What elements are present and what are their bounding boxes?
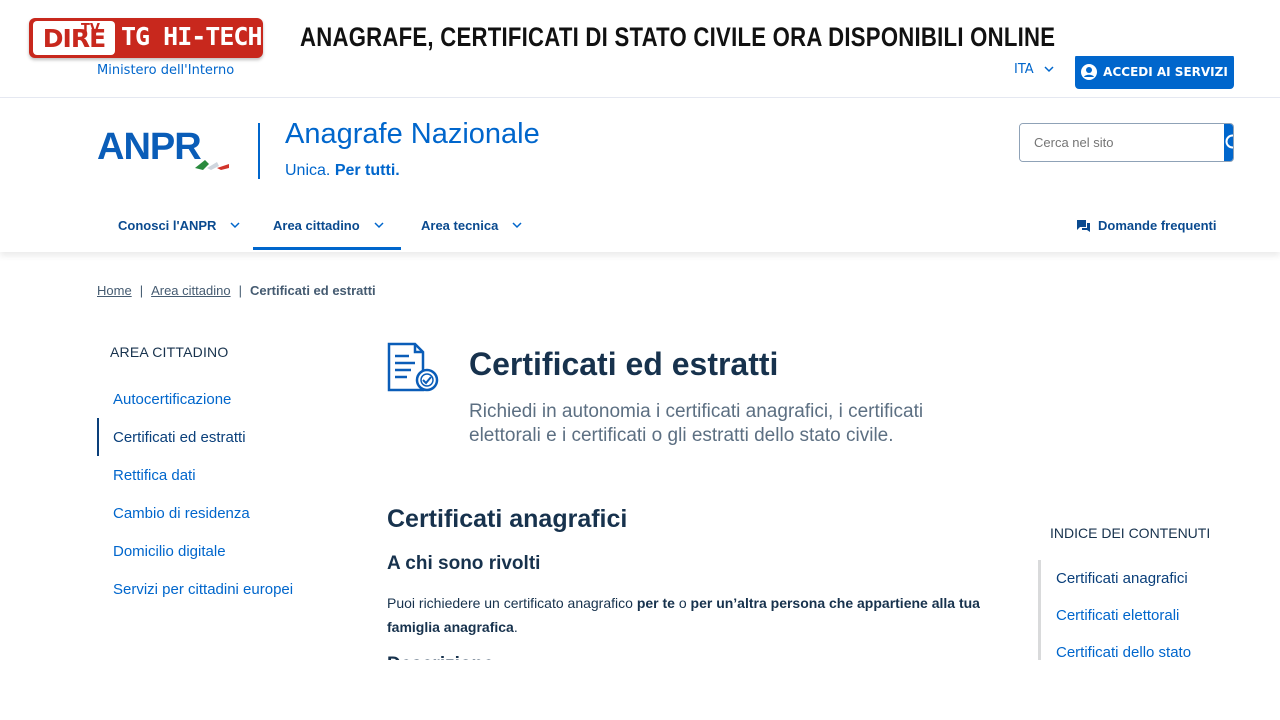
nav-label: Area cittadino: [273, 218, 360, 233]
breadcrumb-current: Certificati ed estratti: [249, 283, 376, 298]
chevron-down-icon: [374, 222, 384, 229]
dire-tg-logo: DIRE TV TG HI-TECH: [29, 18, 263, 58]
login-label: ACCEDI AI SERVIZI: [1103, 64, 1228, 79]
nav-active-indicator: [253, 247, 401, 250]
logo-text: ANPR: [97, 126, 202, 168]
show-title: TG HI-TECH: [121, 22, 263, 51]
faq-label: Domande frequenti: [1098, 218, 1217, 233]
news-headline: ANAGRAFE, CERTIFICATI DI STATO CIVILE OR…: [300, 22, 1056, 52]
para-text: Puoi richiedere un certificato anagrafic…: [387, 595, 637, 611]
page-lead: Richiedi in autonomia i certificati anag…: [469, 401, 924, 446]
sidebar-item-cittadini-europei[interactable]: Servizi per cittadini europei: [97, 570, 337, 608]
slim-header: Ministero dell'Interno ITA ACCEDI AI SER…: [0, 54, 1280, 98]
search-input[interactable]: [1020, 124, 1224, 161]
header-divider: [258, 123, 260, 179]
section-title: Certificati anagrafici: [387, 505, 628, 533]
sidebar-item-rettifica[interactable]: Rettifica dati: [97, 456, 337, 494]
ministry-link[interactable]: Ministero dell'Interno: [97, 63, 234, 78]
chat-icon: [1077, 219, 1090, 232]
next-heading: Descrizione: [387, 652, 494, 660]
toc-item-elettorali[interactable]: Certificati elettorali: [1041, 597, 1248, 634]
nav-item-conosci[interactable]: Conosci l'ANPR: [118, 218, 240, 233]
breadcrumb: Home | Area cittadino | Certificati ed e…: [97, 283, 376, 298]
nav-label: Area tecnica: [421, 218, 499, 233]
sidebar-item-autocertificazione[interactable]: Autocertificazione: [97, 380, 337, 418]
toc-title: INDICE DEI CONTENUTI: [1050, 525, 1211, 541]
screen: Ministero dell'Interno ITA ACCEDI AI SER…: [0, 0, 1280, 720]
sidebar-item-certificati[interactable]: Certificati ed estratti: [97, 418, 337, 456]
toc-item-stato[interactable]: Certificati dello stato: [1041, 634, 1248, 660]
toc-item-anagrafici[interactable]: Certificati anagrafici: [1041, 560, 1248, 597]
subsection-title: A chi sono rivolti: [387, 553, 541, 574]
nav-item-area-tecnica[interactable]: Area tecnica: [421, 218, 522, 233]
breadcrumb-area-cittadino[interactable]: Area cittadino: [151, 283, 231, 298]
breadcrumb-separator: |: [238, 283, 242, 298]
dire-logo-text: DIRE: [33, 21, 115, 55]
tagline-bold: Per tutti.: [334, 162, 400, 179]
para-bold: per te: [636, 595, 675, 611]
chevron-down-icon: [512, 222, 522, 229]
sidebar-nav: Autocertificazione Certificati ed estrat…: [97, 380, 337, 608]
tagline-plain: Unica.: [285, 162, 331, 179]
certificate-icon: [387, 342, 439, 392]
breadcrumb-separator: |: [139, 283, 144, 298]
tv-label: TV: [81, 22, 100, 37]
bottom-band: [0, 660, 1280, 720]
main-nav: Conosci l'ANPR Area cittadino Area tecni…: [0, 208, 1280, 252]
site-tagline: Unica. Per tutti.: [285, 162, 400, 180]
sidebar-title: AREA CITTADINO: [110, 344, 229, 360]
nav-item-area-cittadino[interactable]: Area cittadino: [273, 218, 384, 233]
chevron-down-icon: [230, 222, 240, 229]
nav-label: Conosci l'ANPR: [118, 218, 217, 233]
sidebar-item-cambio-residenza[interactable]: Cambio di residenza: [97, 494, 337, 532]
intro-paragraph: Puoi richiedere un certificato anagrafic…: [387, 591, 1007, 639]
page-title: Certificati ed estratti: [469, 346, 779, 382]
site-header: ANPR Anagrafe Nazionale Unica. Per tutti…: [0, 98, 1280, 252]
flag-swoosh-icon: [195, 160, 229, 170]
para-text: .: [513, 619, 518, 635]
search-box: [1019, 123, 1234, 162]
search-button[interactable]: [1224, 124, 1233, 161]
anpr-logo[interactable]: ANPR: [97, 126, 229, 170]
language-label: ITA: [1014, 62, 1034, 77]
broadcast-banner: DIRE TV TG HI-TECH ANAGRAFE, CERTIFICATI…: [0, 0, 1280, 58]
faq-link[interactable]: Domande frequenti: [1077, 218, 1216, 233]
search-icon: [1225, 134, 1233, 148]
chevron-down-icon: [1044, 66, 1054, 73]
para-text: o: [674, 595, 691, 611]
sidebar-item-domicilio[interactable]: Domicilio digitale: [97, 532, 337, 570]
language-selector[interactable]: ITA: [1014, 62, 1054, 77]
login-button[interactable]: ACCEDI AI SERVIZI: [1075, 54, 1234, 89]
site-title[interactable]: Anagrafe Nazionale: [285, 118, 540, 151]
table-of-contents: Certificati anagrafici Certificati elett…: [1038, 560, 1248, 660]
user-icon: [1081, 63, 1098, 80]
breadcrumb-home[interactable]: Home: [97, 283, 132, 298]
